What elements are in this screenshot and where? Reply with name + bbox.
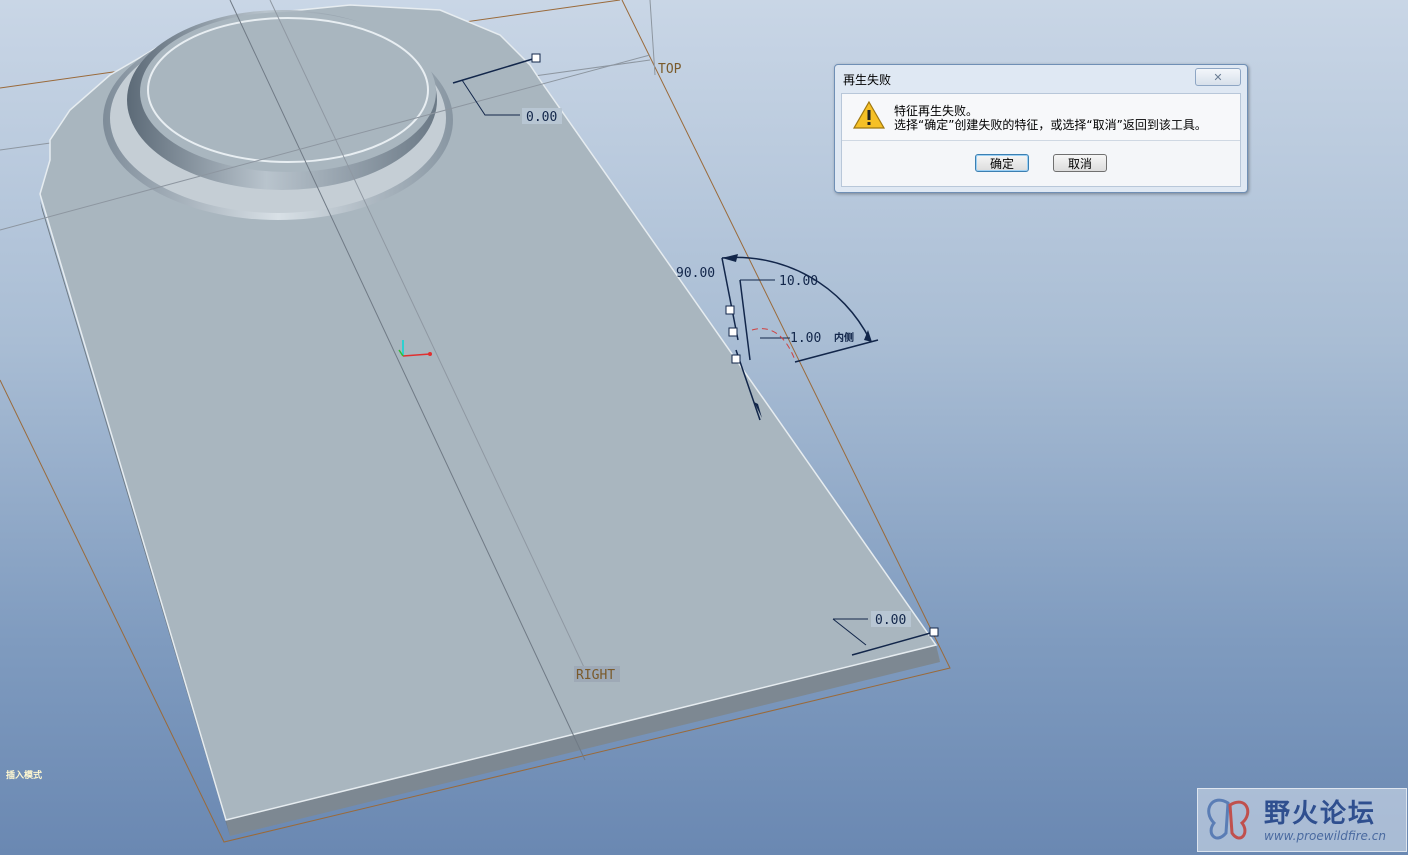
dialog-title: 再生失败 xyxy=(843,73,892,87)
datum-label-top[interactable]: TOP xyxy=(658,62,682,77)
dimension-angle: 90.00 xyxy=(676,266,715,281)
dialog-body: 特征再生失败。 选择“确定”创建失败的特征，或选择“取消”返回到该工具。 确定 … xyxy=(841,93,1241,187)
datum-label-right[interactable]: RIGHT xyxy=(576,668,615,683)
warning-icon xyxy=(852,100,886,129)
cancel-button[interactable]: 取消 xyxy=(1053,154,1107,172)
message-line-2: 选择“确定”创建失败的特征，或选择“取消”返回到该工具。 xyxy=(894,118,1207,132)
watermark-url: www.proewildfire.cn xyxy=(1264,829,1386,843)
close-icon[interactable]: ✕ xyxy=(1195,68,1241,86)
svg-text:0.00: 0.00 xyxy=(526,110,557,125)
message-area: 特征再生失败。 选择“确定”创建失败的特征，或选择“取消”返回到该工具。 xyxy=(842,94,1240,141)
butterfly-logo-icon xyxy=(1207,798,1250,840)
mode-status-label: 插入模式 xyxy=(6,771,43,781)
watermark-name: 野火论坛 xyxy=(1264,799,1377,829)
regeneration-failed-dialog: 再生失败 ✕ 特征再生失败。 选择“确定”创建失败的特征，或选择“取消”返回到该… xyxy=(834,64,1248,193)
forum-watermark: 野火论坛 www.proewildfire.cn xyxy=(1197,788,1407,852)
ok-button[interactable]: 确定 xyxy=(975,154,1029,172)
svg-text:0.00: 0.00 xyxy=(875,613,906,628)
dimension-side-label: 内侧 xyxy=(834,331,854,344)
part-body[interactable] xyxy=(39,4,940,836)
dimension-length: 10.00 xyxy=(779,274,818,289)
dimension-thickness: 1.00 xyxy=(790,331,821,346)
